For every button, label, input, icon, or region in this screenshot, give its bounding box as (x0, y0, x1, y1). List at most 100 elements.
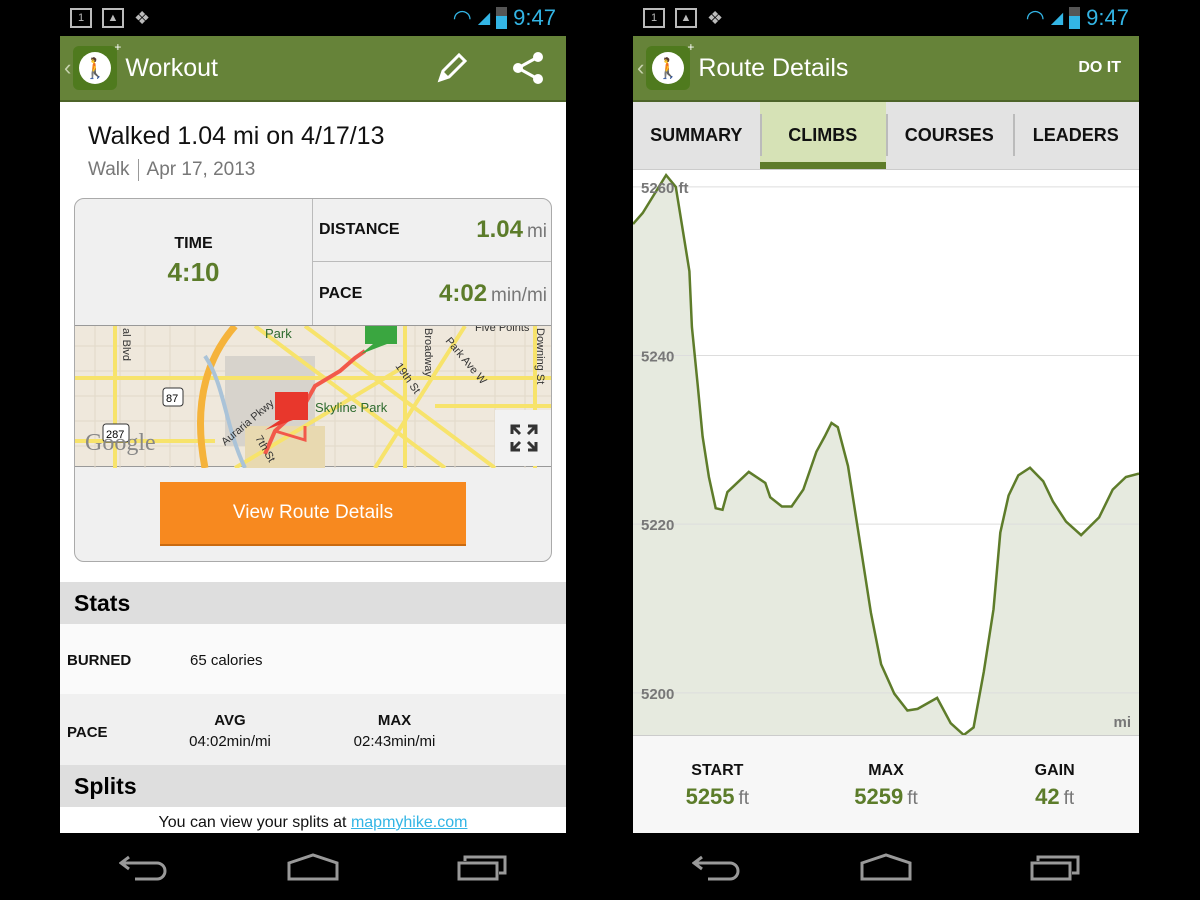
app-logo-icon[interactable]: 🚶 + (73, 40, 121, 90)
max-pace-value: 02:43min/mi (353, 733, 436, 750)
max-unit: ft (907, 788, 918, 809)
time-cell: TIME 4:10 (75, 199, 313, 325)
gain-unit: ft (1063, 788, 1075, 809)
splits-message: You can view your splits at (158, 814, 351, 831)
burned-label: BURNED (67, 652, 132, 669)
route-map[interactable]: Park Skyline Park Auraria Pkwy 7th St 19… (75, 322, 551, 470)
tab-courses[interactable]: COURSES (886, 102, 1013, 169)
battery-icon (496, 7, 508, 29)
workout-screen: 1 ▲ ❖ ◠ ◢ 9:47 ‹ 🚶 + Workout Walked 1.04 … (60, 0, 566, 900)
share-button[interactable] (510, 50, 546, 86)
action-bar: ‹ 🚶 + Route Details DO IT (633, 36, 1139, 102)
dropbox-icon: ❖ (707, 7, 724, 28)
expand-icon (510, 424, 538, 452)
status-time: 9:47 (1086, 5, 1129, 30)
route-tabs: SUMMARY CLIMBS COURSES LEADERS (633, 102, 1139, 170)
splits-text: You can view your splits at mapmyhike.co… (60, 814, 566, 832)
app-logo-icon[interactable]: 🚶 + (646, 40, 694, 90)
map-label: Skyline Park (315, 400, 388, 415)
map-label: Five Points (475, 326, 530, 334)
avg-pace-label: AVG (214, 712, 246, 729)
view-route-details-button[interactable]: View Route Details (160, 482, 466, 546)
x-axis-unit: mi (1113, 714, 1131, 731)
burned-value: 65 calories (190, 652, 263, 669)
wifi-icon: ◠ (1025, 5, 1045, 30)
map-label: al Blvd (120, 328, 132, 361)
time-value: 4:10 (167, 257, 220, 287)
map-label: Broadway (422, 328, 434, 377)
mapmyhike-link[interactable]: mapmyhike.com (351, 814, 467, 831)
distance-label: DISTANCE (319, 221, 400, 238)
start-label: START (691, 762, 744, 779)
elevation-chart-svg: 5260 ft 5240 5220 5200 mi (632, 172, 1140, 737)
tab-leaders[interactable]: LEADERS (1012, 102, 1140, 169)
gain-label: GAIN (1034, 762, 1075, 779)
max-label: MAX (868, 762, 904, 779)
tab-climbs[interactable]: CLIMBS (759, 102, 886, 169)
dropbox-icon: ❖ (134, 7, 151, 28)
pace-row-label: PACE (67, 724, 108, 741)
stats-heading: Stats (60, 582, 566, 624)
wifi-icon: ◠ (452, 5, 472, 30)
pace-unit: min/mi (491, 284, 547, 306)
start-value: 5255 (685, 784, 735, 809)
status-time: 9:47 (513, 5, 556, 30)
max-pace-label: MAX (377, 712, 412, 729)
calendar-icon: 1 (70, 8, 92, 28)
start-unit: ft (738, 788, 750, 809)
map-label: Downing St (534, 328, 546, 384)
expand-map-button[interactable] (495, 410, 551, 466)
recent-apps-button[interactable] (1030, 853, 1080, 881)
page-title: Workout (125, 53, 218, 82)
back-button[interactable] (692, 853, 742, 881)
pace-value: 4:02 (439, 279, 488, 307)
y-tick-label: 5200 (641, 686, 674, 703)
map-canvas: Park Skyline Park Auraria Pkwy 7th St 19… (75, 322, 551, 470)
y-tick-label: 5220 (641, 517, 674, 534)
nav-bar (633, 833, 1139, 900)
share-icon (513, 52, 543, 84)
avg-pace-value: 04:02min/mi (189, 733, 271, 750)
signal-icon: ◢ (477, 10, 491, 27)
route-details-screen: 1 ▲ ❖ ◠ ◢ 9:47 ‹ 🚶 + Route Details DO IT … (632, 0, 1140, 900)
back-chevron-icon[interactable]: ‹ (64, 55, 71, 81)
home-button[interactable] (287, 852, 339, 881)
nav-bar (60, 833, 566, 900)
workout-subtitle: Walk Apr 17, 2013 (88, 159, 255, 181)
status-bar: 1 ▲ ❖ ◠ ◢ 9:47 (60, 0, 566, 36)
gallery-icon: ▲ (675, 8, 697, 28)
distance-unit: mi (526, 221, 547, 242)
status-bar: 1 ▲ ❖ ◠ ◢ 9:47 (633, 0, 1139, 36)
workout-date: Apr 17, 2013 (146, 159, 256, 181)
map-label: Park (265, 326, 292, 341)
activity-type: Walk (88, 159, 130, 181)
gallery-icon: ▲ (102, 8, 124, 28)
max-value: 5259 (854, 784, 904, 809)
home-button[interactable] (860, 852, 912, 881)
workout-content: Walked 1.04 mi on 4/17/13 Walk Apr 17, 20… (60, 102, 566, 833)
distance-cell: DISTANCE 1.04 mi (313, 199, 551, 262)
y-tick-label: 5260 ft (641, 180, 689, 197)
back-button[interactable] (119, 853, 169, 881)
elevation-chart: 5260 ft 5240 5220 5200 mi (632, 170, 1140, 737)
gain-value: 42 (1035, 784, 1060, 809)
calendar-icon: 1 (643, 8, 665, 28)
splits-heading: Splits (60, 765, 566, 807)
elevation-area (633, 175, 1139, 736)
do-it-button[interactable]: DO IT (1078, 59, 1121, 77)
climb-summary: START 5255 ft MAX 5259 ft GAIN 42 ft (633, 735, 1139, 833)
pace-label: PACE (319, 284, 363, 302)
recent-apps-button[interactable] (457, 853, 507, 881)
back-chevron-icon[interactable]: ‹ (637, 55, 644, 81)
signal-icon: ◢ (1050, 10, 1064, 27)
page-title: Route Details (698, 53, 849, 82)
y-tick-label: 5240 (641, 349, 674, 366)
google-logo: Google (85, 430, 156, 456)
pace-cell: PACE 4:02 min/mi (313, 262, 551, 325)
tab-summary[interactable]: SUMMARY (633, 102, 760, 169)
distance-value: 1.04 (476, 216, 523, 243)
summary-card: TIME 4:10 DISTANCE 1.04 mi PACE 4:02 min/m… (74, 198, 552, 562)
pencil-icon (437, 52, 468, 83)
pace-row: PACE AVG 04:02min/mi MAX 02:43min/mi (60, 694, 566, 765)
edit-button[interactable] (434, 50, 470, 86)
